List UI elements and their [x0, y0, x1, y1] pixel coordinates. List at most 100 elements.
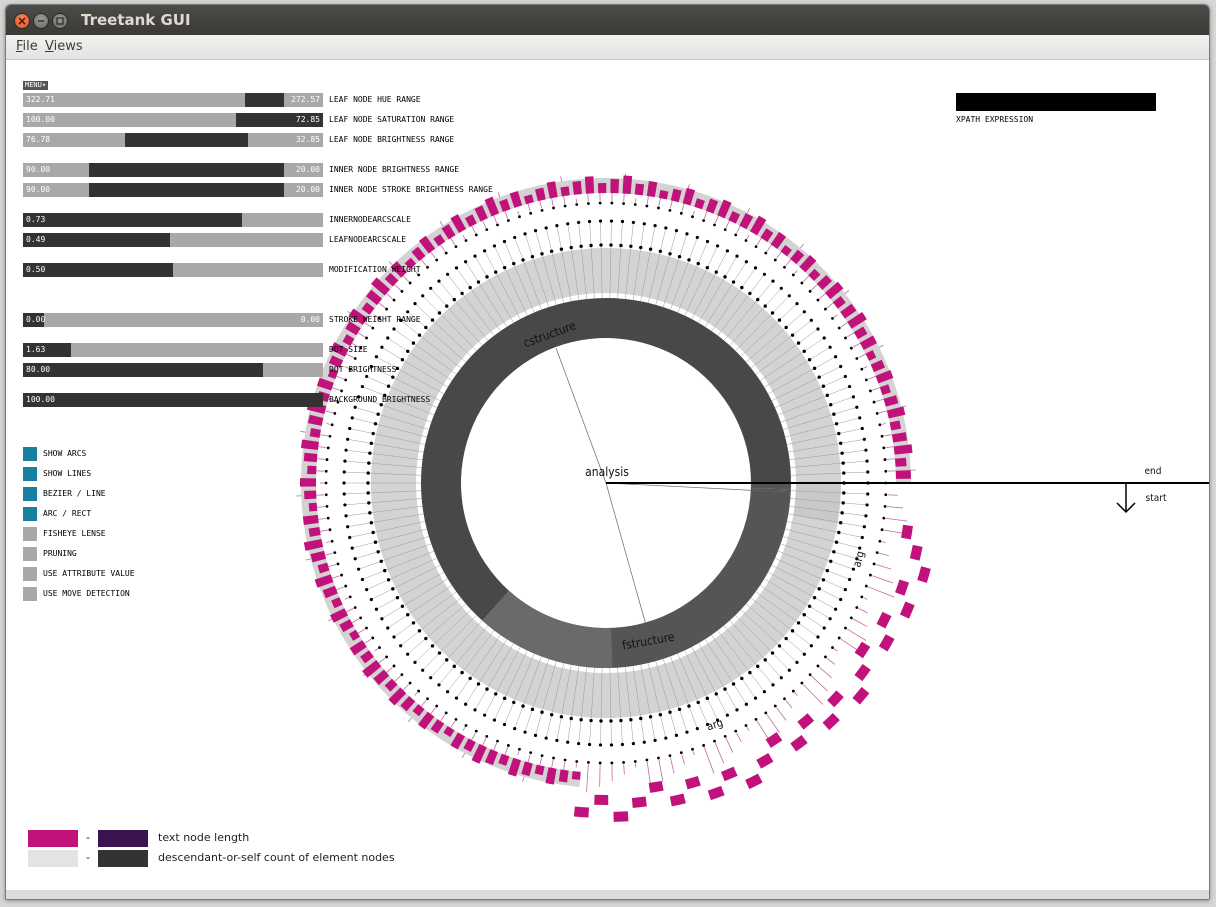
node-dot	[598, 201, 602, 205]
node-dot	[579, 717, 583, 722]
node-dot	[838, 520, 843, 525]
leaf-node	[707, 785, 725, 801]
leaf-node	[307, 465, 317, 475]
node-dot	[695, 235, 699, 240]
node-dot	[642, 740, 646, 744]
toggle-show-lines[interactable]	[23, 467, 37, 481]
node-dot	[773, 258, 777, 262]
node-dot	[839, 597, 843, 602]
menu-views[interactable]: Views	[45, 39, 83, 54]
leaf-link	[803, 684, 824, 705]
leaf-link	[462, 727, 466, 731]
leaf-link	[875, 564, 892, 570]
toggle-bezier-line[interactable]	[23, 487, 37, 501]
node-dot	[705, 265, 710, 270]
toggle-pruning[interactable]	[23, 547, 37, 561]
menu-file[interactable]: File	[16, 39, 38, 54]
node-dot	[430, 644, 435, 648]
leaf-node	[756, 753, 774, 769]
slider-label: INNERNODEARCSCALE	[329, 215, 411, 224]
node-dot	[668, 754, 672, 758]
node-dot	[399, 644, 403, 648]
node-dot	[642, 222, 646, 226]
close-button[interactable]	[14, 13, 30, 29]
maximize-button[interactable]	[52, 13, 68, 29]
slider-stroke-weight-range[interactable]: 0.00 0.00	[23, 313, 323, 327]
slider-min-value: 1.63	[26, 345, 46, 354]
node-dot	[435, 258, 439, 262]
node-dot	[860, 426, 864, 431]
slider-fill	[125, 133, 248, 147]
node-dot	[834, 422, 839, 426]
node-dot	[723, 734, 727, 738]
node-dot	[817, 587, 821, 591]
node-dot	[620, 742, 625, 747]
slider-dot-size[interactable]: 1.63	[23, 343, 323, 357]
leaf-node	[308, 502, 318, 512]
node-dot	[555, 738, 559, 742]
node-dot	[340, 573, 343, 577]
toggle-fisheye-lense[interactable]	[23, 527, 37, 541]
slider-inner-node-stroke-brightness-range[interactable]: 90.00 20.00	[23, 183, 323, 197]
node-dot	[695, 726, 699, 731]
slider-leaf-node-saturation-range[interactable]: 100.00 72.85	[23, 113, 323, 127]
node-dot	[342, 470, 346, 474]
node-dot	[753, 696, 758, 700]
node-dot	[869, 573, 872, 577]
node-dot	[435, 704, 439, 708]
xpath-input[interactable]	[956, 93, 1156, 111]
node-dot	[734, 729, 738, 733]
toggle-arc-rect[interactable]	[23, 507, 37, 521]
node-dot	[523, 232, 527, 236]
node-dot	[324, 481, 328, 485]
leaf-node	[852, 687, 870, 705]
toggle-use-attribute-value[interactable]	[23, 567, 37, 581]
leaf-link	[776, 707, 787, 721]
start-label: start	[1146, 493, 1167, 504]
slider-leaf-node-hue-range[interactable]: 322.71 272.57	[23, 93, 323, 107]
node-dot	[408, 681, 412, 685]
leaf-node	[303, 452, 318, 463]
minimize-button[interactable]	[33, 13, 49, 29]
node-dot	[883, 458, 887, 461]
slider-leafnodearcscale[interactable]: 0.49	[23, 233, 323, 247]
start-arrow-icon	[1116, 483, 1136, 514]
leaf-node	[899, 601, 915, 619]
node-dot	[744, 724, 748, 727]
slider-background-brightness[interactable]: 100.00	[23, 393, 323, 407]
node-dot	[343, 459, 347, 463]
node-dot	[424, 325, 428, 330]
node-dot	[864, 584, 868, 588]
node-dot	[771, 683, 775, 687]
toggle-show-arcs[interactable]	[23, 447, 37, 461]
toggle-use-move-detection[interactable]	[23, 587, 37, 601]
node-dot	[360, 577, 364, 582]
node-dot	[356, 567, 361, 571]
slider-inner-node-brightness-range[interactable]: 90.00 20.00	[23, 163, 323, 177]
slider-max-value: 32.85	[295, 135, 320, 144]
close-icon	[18, 17, 26, 25]
node-dot	[840, 511, 844, 515]
slider-modification-weight[interactable]: 0.50	[23, 263, 323, 277]
node-dot	[705, 239, 710, 244]
slider-label: MODIFICATION WEIGHT	[329, 265, 421, 274]
node-dot	[790, 629, 795, 633]
node-dot	[702, 744, 706, 747]
node-dot	[795, 302, 799, 306]
visualization-canvas[interactable]: analysis cstructure fstructure arg arg end sta…	[6, 60, 1209, 890]
node-dot	[825, 568, 829, 573]
slider-innernodearcscale[interactable]: 0.73	[23, 213, 323, 227]
toggle-label: SHOW LINES	[43, 469, 92, 478]
node-dot	[454, 696, 459, 700]
node-dot	[824, 307, 827, 311]
node-dot	[371, 431, 375, 436]
node-dot	[842, 491, 846, 495]
controls-menu-toggle[interactable]: MENU▾	[23, 81, 49, 90]
end-label: end	[1145, 466, 1162, 477]
node-dot	[473, 254, 477, 258]
node-dot	[464, 239, 468, 242]
slider-leaf-node-brightness-range[interactable]: 76.78 32.85	[23, 133, 323, 147]
node-dot	[555, 224, 559, 228]
node-dot	[540, 208, 544, 212]
slider-dot-brightness[interactable]: 80.00	[23, 363, 323, 377]
